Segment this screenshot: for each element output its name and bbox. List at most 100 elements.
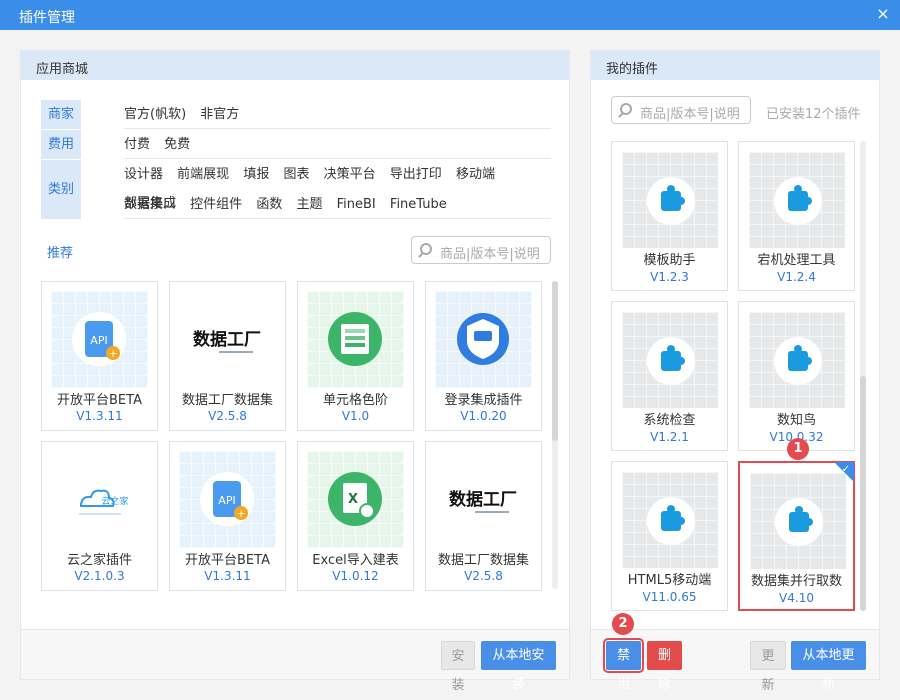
store-card[interactable]: 数据工厂 数据工厂数据集 V2.5.8 (169, 281, 286, 431)
filter-option[interactable]: 设计器 (124, 160, 163, 189)
app-store-header: 应用商城 (21, 51, 569, 80)
plugin-card[interactable]: 数知鸟 V10.0.32 (738, 301, 855, 451)
card-name: 数知鸟 (776, 413, 816, 428)
my-scrollbar[interactable] (860, 141, 866, 611)
filter-option[interactable]: 付费 (124, 130, 150, 159)
store-card[interactable]: 登录集成插件 V1.0.20 (425, 281, 542, 431)
filter-option[interactable]: 非官方 (200, 100, 239, 129)
card-version: V1.3.11 (204, 569, 251, 583)
card-name: 模板助手 (643, 253, 696, 268)
card-version: V1.0.20 (460, 409, 507, 423)
puzzle-icon (622, 152, 718, 248)
api-icon: API + (179, 451, 276, 548)
card-name: 开放平台BETA (185, 553, 270, 568)
data-factory-logo: 数据工厂 (435, 451, 532, 548)
filter-area: 商家 费用 类别 官方(帆软) 非官方 付费 免费 设计器 前端展现 填报 图表… (41, 100, 551, 220)
store-search-input[interactable]: 商品|版本号|说明 (411, 236, 551, 264)
store-card[interactable]: API + 开放平台BETA V1.3.11 (41, 281, 158, 431)
my-scrollbar-thumb[interactable] (860, 376, 866, 611)
puzzle-icon (749, 152, 845, 248)
delete-button[interactable]: 删除 (647, 641, 682, 692)
filter-category-row1: 设计器 前端展现 填报 图表 决策平台 导出打印 移动端 部署集成 (124, 160, 551, 211)
yunzhijia-logo: 云之家 (51, 451, 148, 548)
window-titlebar: 插件管理 × (0, 0, 900, 30)
annotation-badge-2: 2 (612, 613, 634, 635)
store-card[interactable]: 云之家 云之家插件 V2.1.0.3 (41, 441, 158, 591)
plugin-card-selected[interactable]: ✓ 数据集并行取数 V4.10 (738, 461, 855, 611)
card-name: 云之家插件 (66, 553, 132, 568)
filter-option[interactable]: 导出打印 (390, 160, 442, 189)
svg-text:X: X (348, 492, 358, 507)
filter-option[interactable]: 官方(帆软) (124, 100, 186, 129)
filter-option[interactable]: FineTube (390, 190, 447, 219)
svg-text:云之家: 云之家 (101, 495, 128, 507)
search-icon (420, 243, 432, 255)
filter-option[interactable]: 前端展现 (177, 160, 229, 189)
card-version: V1.2.4 (777, 270, 816, 284)
installed-count: 已安装12个插件 (766, 107, 861, 122)
excel-import-icon: X (307, 451, 404, 548)
install-button[interactable]: 安装 (441, 641, 475, 693)
card-name: 单元格色阶 (322, 393, 388, 408)
card-version: V4.10 (779, 591, 814, 605)
filter-option[interactable]: 数据接口 (124, 190, 176, 219)
filter-option[interactable]: 移动端 (456, 160, 495, 189)
puzzle-icon (750, 473, 846, 569)
filter-option[interactable]: 图表 (283, 160, 309, 189)
data-factory-logo: 数据工厂 (179, 291, 276, 388)
api-icon: API + (51, 291, 148, 388)
filter-option[interactable]: 函数 (256, 190, 282, 219)
filter-option[interactable]: 免费 (164, 130, 190, 159)
my-plugins-panel: 我的插件 商品|版本号|说明 已安装12个插件 模板助手 V1.2.3 宕机处理… (590, 50, 880, 693)
svg-text:数据工厂: 数据工厂 (449, 489, 517, 510)
close-icon[interactable]: × (874, 4, 892, 24)
filter-fee-label: 费用 (41, 130, 81, 159)
card-name: 登录集成插件 (444, 393, 523, 408)
card-name: HTML5移动端 (627, 573, 712, 588)
filter-category-row2: 数据接口 控件组件 函数 主题 FineBI FineTube (124, 190, 551, 219)
filter-option[interactable]: 决策平台 (324, 160, 376, 189)
app-store-panel: 应用商城 商家 费用 类别 官方(帆软) 非官方 付费 免费 设计器 前端展现 … (20, 50, 570, 693)
filter-fee-row: 付费 免费 (124, 130, 551, 159)
store-scrollbar-thumb[interactable] (552, 281, 558, 441)
plugin-card[interactable]: HTML5移动端 V11.0.65 (611, 461, 728, 611)
card-version: V1.3.11 (76, 409, 123, 423)
plugin-card[interactable]: 宕机处理工具 V1.2.4 (738, 141, 855, 291)
disable-button[interactable]: 禁用 (603, 638, 644, 692)
store-card[interactable]: 数据工厂 数据工厂数据集 V2.5.8 (425, 441, 542, 591)
store-card[interactable]: 单元格色阶 V1.0 (297, 281, 414, 431)
plugin-card[interactable]: 系统检查 V1.2.1 (611, 301, 728, 451)
svg-text:+: + (236, 507, 245, 520)
card-version: V1.0.12 (332, 569, 379, 583)
store-scrollbar[interactable] (552, 281, 558, 589)
filter-vendor-label: 商家 (41, 100, 81, 129)
install-local-button[interactable]: 从本地安装 (481, 641, 556, 692)
card-version: V1.2.1 (650, 430, 689, 444)
plugin-card[interactable]: 模板助手 V1.2.3 (611, 141, 728, 291)
puzzle-icon (622, 472, 718, 568)
filter-option[interactable]: FineBI (337, 190, 376, 219)
update-button[interactable]: 更新 (750, 641, 786, 693)
my-search-input[interactable]: 商品|版本号|说明 (611, 96, 751, 124)
card-version: V1.2.3 (650, 270, 689, 284)
puzzle-icon (622, 312, 718, 408)
card-name: 数据工厂数据集 (181, 393, 273, 408)
store-card[interactable]: X Excel导入建表 V1.0.12 (297, 441, 414, 591)
store-card[interactable]: API + 开放平台BETA V1.3.11 (169, 441, 286, 591)
card-name: 宕机处理工具 (757, 253, 836, 268)
puzzle-icon (749, 312, 845, 408)
filter-option[interactable]: 控件组件 (190, 190, 242, 219)
update-local-button[interactable]: 从本地更新 (791, 641, 866, 692)
svg-text:+: + (108, 347, 117, 360)
recommend-label: 推荐 (47, 246, 74, 261)
cell-color-scale-icon (307, 291, 404, 388)
window-title: 插件管理 (19, 10, 75, 26)
login-integration-icon (435, 291, 532, 388)
card-name: Excel导入建表 (312, 553, 399, 568)
card-name: 开放平台BETA (57, 393, 142, 408)
filter-option[interactable]: 主题 (296, 190, 322, 219)
filter-option[interactable]: 填报 (243, 160, 269, 189)
my-footer: 2 禁用 删除 更新 从本地更新 (591, 613, 879, 693)
store-footer: 安装 从本地安装 (21, 629, 569, 693)
svg-text:数据工厂: 数据工厂 (193, 329, 261, 350)
